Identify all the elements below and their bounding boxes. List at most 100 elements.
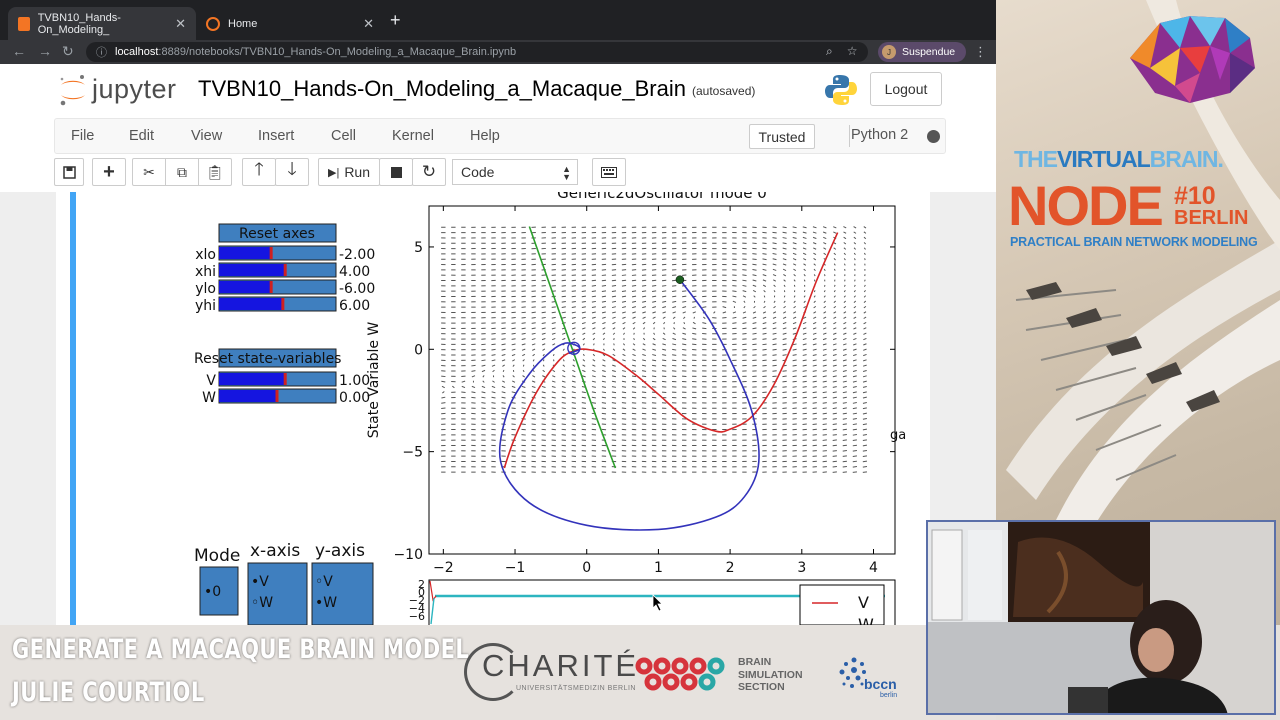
y-tick-label: 5 (414, 240, 423, 256)
vector-arrow (782, 226, 787, 229)
jupyter-logo-icon (60, 75, 85, 106)
vector-arrow (822, 428, 827, 431)
vector-arrow (852, 439, 857, 441)
tab-home[interactable]: Home ✕ (196, 7, 384, 40)
y-axis-option-w[interactable]: •W (315, 595, 337, 611)
vector-arrow (531, 402, 536, 404)
vector-arrow (501, 338, 506, 340)
vector-arrow (531, 322, 536, 324)
menu-edit[interactable]: Edit (129, 128, 154, 144)
arrow-down-icon: 🡓 (287, 159, 297, 179)
phase-plane-figure[interactable]: Reset axes xlo -2.00 xhi 4.00 ylo -6.00 yhi 6.00… (56, 192, 930, 625)
vector-arrow (862, 465, 868, 468)
browser-menu-icon[interactable]: ⋮ (974, 44, 987, 60)
vector-arrow (812, 386, 817, 388)
vector-arrow (822, 423, 827, 425)
vector-arrow (692, 338, 697, 340)
vector-arrow (591, 285, 597, 287)
select-arrows-icon: ▲ ▼ (562, 164, 571, 182)
vector-arrow (571, 402, 576, 404)
axis-slider-label: yhi (195, 298, 216, 314)
vector-arrow (633, 332, 635, 335)
vector-arrow (501, 402, 506, 404)
profile-button[interactable]: J Suspendue (878, 42, 966, 62)
notebook-title[interactable]: TVBN10_Hands-On_Modeling_a_Macaque_Brain (198, 76, 686, 102)
bookmark-star-icon[interactable]: ☆ (847, 44, 858, 59)
vector-arrow (822, 407, 827, 410)
paste-button[interactable]: 📋︎ (198, 158, 232, 186)
new-tab-icon[interactable]: + (390, 10, 401, 31)
save-button[interactable] (54, 158, 84, 186)
trusted-indicator[interactable]: Trusted (749, 124, 815, 149)
restart-button[interactable]: ↻ (412, 158, 446, 186)
x-axis-option-v[interactable]: •V (251, 574, 269, 590)
interrupt-button[interactable] (379, 158, 413, 186)
speaker-name: JULIE COURTIOL (12, 677, 205, 708)
mode-label: Mode (194, 546, 240, 566)
y-axis-option-v[interactable]: ◦V (315, 574, 333, 590)
vector-arrow (481, 402, 486, 404)
address-bar[interactable]: ⓘ localhost:8889/notebooks/TVBN10_Hands-… (86, 42, 868, 62)
back-icon[interactable]: ← (12, 43, 26, 59)
vector-arrow (531, 407, 536, 410)
vector-arrow (792, 359, 797, 362)
reset-state-label: Reset state-variables (194, 351, 341, 367)
menu-file[interactable]: File (71, 128, 94, 144)
menu-view[interactable]: View (191, 128, 222, 144)
vector-arrow (611, 386, 617, 388)
vector-arrow (802, 407, 807, 409)
logout-button[interactable]: Logout (870, 72, 942, 106)
vector-arrow (501, 343, 506, 346)
state-slider-handle[interactable] (275, 390, 279, 402)
menu-cell[interactable]: Cell (331, 128, 356, 144)
vector-arrow (641, 290, 647, 292)
axis-slider-handle[interactable] (281, 298, 285, 310)
vector-arrow (834, 284, 836, 287)
info-icon[interactable]: ⓘ (96, 44, 107, 60)
insert-cell-button[interactable]: + (92, 158, 126, 186)
cut-button[interactable]: ✂ (132, 158, 166, 186)
close-tab-icon[interactable]: ✕ (363, 16, 374, 32)
vector-arrow (842, 434, 847, 436)
notebook-menubar: File Edit View Insert Cell Kernel Help T… (54, 118, 946, 154)
y-axis-selector[interactable] (311, 562, 374, 625)
zoom-icon[interactable]: ⌕ (826, 44, 833, 59)
reload-icon[interactable]: ↻ (62, 43, 74, 60)
vector-arrow (772, 364, 777, 367)
vector-arrow (832, 423, 837, 426)
menu-kernel[interactable]: Kernel (392, 128, 434, 144)
axis-slider-handle[interactable] (269, 281, 273, 293)
state-slider-handle[interactable] (283, 373, 287, 385)
vector-arrow (571, 407, 576, 410)
vector-arrow (862, 455, 868, 457)
menu-insert[interactable]: Insert (258, 128, 294, 144)
axis-slider-handle[interactable] (269, 247, 273, 259)
mode-option[interactable]: •0 (204, 584, 221, 600)
vector-arrow (571, 306, 576, 308)
bss-line: BRAIN (738, 656, 772, 668)
axis-slider-handle[interactable] (283, 264, 287, 276)
vector-arrow (752, 338, 757, 340)
node-city: BERLIN (1174, 207, 1249, 229)
run-button[interactable]: ▶| Run (318, 158, 380, 186)
tab-notebook[interactable]: TVBN10_Hands-On_Modeling_ ✕ (8, 7, 196, 40)
vector-arrow (641, 285, 647, 287)
vector-arrow (852, 460, 857, 463)
vector-arrow (601, 279, 607, 282)
vector-arrow (541, 407, 546, 410)
copy-button[interactable]: ⧉ (165, 158, 199, 186)
x-axis-option-w[interactable]: ◦W (251, 595, 273, 611)
vector-arrow (732, 290, 737, 292)
jupyter-brand[interactable]: jupyter (92, 74, 177, 105)
menu-help[interactable]: Help (470, 128, 500, 144)
vector-arrow (591, 300, 596, 303)
forward-icon[interactable]: → (38, 43, 52, 59)
move-down-button[interactable]: 🡓 (275, 158, 309, 186)
kernel-name[interactable]: Python 2 (851, 127, 908, 143)
move-up-button[interactable]: 🡑 (242, 158, 276, 186)
x-axis-selector[interactable] (247, 562, 308, 625)
trajectory-start-point[interactable] (675, 275, 685, 284)
cell-type-select[interactable]: Code ▲ ▼ (452, 159, 578, 185)
command-palette-button[interactable] (592, 158, 626, 186)
close-tab-icon[interactable]: ✕ (175, 16, 186, 32)
